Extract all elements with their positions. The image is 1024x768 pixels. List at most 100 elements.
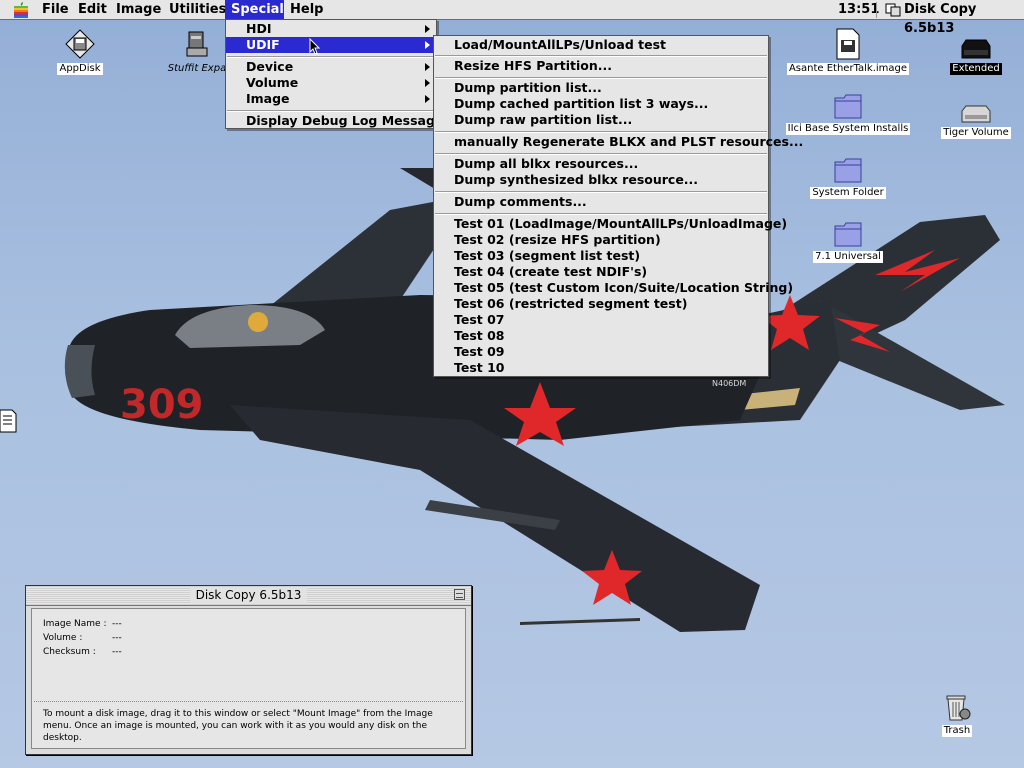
udif-item-test-09[interactable]: Test 09 <box>434 344 768 360</box>
desktop-icon-label: AppDisk <box>57 63 103 75</box>
volume-value: --- <box>112 633 122 643</box>
desktop-icon-label: System Folder <box>810 187 886 199</box>
udif-item-test-02[interactable]: Test 02 (resize HFS partition) <box>434 232 768 248</box>
image-name-label: Image Name : <box>43 619 107 629</box>
menu-special[interactable]: Special <box>225 0 284 19</box>
menu-item-label: Image <box>246 91 290 106</box>
menu-separator <box>435 153 767 155</box>
plane-pilot <box>248 312 268 332</box>
disk-copy-window: Disk Copy 6.5b13 Image Name : --- Volume… <box>25 585 472 755</box>
hard-disk-icon <box>961 39 991 59</box>
disk-image-file-icon <box>836 28 860 60</box>
window-title-bar[interactable]: Disk Copy 6.5b13 <box>26 586 471 606</box>
udif-item-test-08[interactable]: Test 08 <box>434 328 768 344</box>
udif-item-test-10[interactable]: Test 10 <box>434 360 768 376</box>
udif-item-resize-hfs[interactable]: Resize HFS Partition... <box>434 58 768 74</box>
special-menu-item-hdi[interactable]: HDI <box>226 21 436 37</box>
diamond-disk-icon <box>65 29 95 59</box>
hard-disk-icon <box>961 105 991 123</box>
desktop-icon-label: Extended <box>950 63 1002 75</box>
special-menu-item-udif[interactable]: UDIF <box>226 37 436 53</box>
menu-separator <box>227 56 435 58</box>
desktop-icon-7-1-universal[interactable]: 7.1 Universal <box>806 220 890 263</box>
image-name-value: --- <box>112 619 122 629</box>
desktop-icon-trash[interactable]: Trash <box>932 690 982 737</box>
desktop-icon-label: Tiger Volume <box>941 127 1011 139</box>
udif-item-dump-raw-partition[interactable]: Dump raw partition list... <box>434 112 768 128</box>
menu-utilities[interactable]: Utilities <box>163 0 232 19</box>
menu-separator <box>227 110 435 112</box>
menu-item-label: HDI <box>246 21 272 36</box>
apple-menu-icon[interactable] <box>12 2 30 18</box>
volume-label: Volume : <box>43 633 83 643</box>
disk-copy-app-icon[interactable] <box>885 3 901 17</box>
special-menu-item-debug-log[interactable]: Display Debug Log Messages <box>226 113 451 129</box>
udif-item-test-07[interactable]: Test 07 <box>434 312 768 328</box>
desktop-icon-stuffit[interactable]: Stuffit Expa <box>165 28 229 75</box>
menu-separator <box>435 131 767 133</box>
partial-disk-icon[interactable] <box>0 408 18 434</box>
special-menu-item-volume[interactable]: Volume <box>226 75 436 91</box>
submenu-arrow-icon <box>425 63 430 71</box>
desktop-icon-label: Stuffit Expa <box>167 63 227 74</box>
menu-file[interactable]: File <box>36 0 75 19</box>
menubar-clock[interactable]: 13:51 <box>838 0 879 19</box>
udif-item-test-05[interactable]: Test 05 (test Custom Icon/Suite/Location… <box>434 280 793 296</box>
udif-item-test-01[interactable]: Test 01 (LoadImage/MountAllLPs/UnloadIma… <box>434 216 787 232</box>
checksum-label: Checksum : <box>43 647 96 657</box>
menu-separator <box>435 55 767 57</box>
udif-item-dump-all-blkx[interactable]: Dump all blkx resources... <box>434 156 768 172</box>
plane-number: 309 <box>120 382 204 428</box>
stuffit-expander-icon <box>186 31 208 57</box>
checksum-value: --- <box>112 647 122 657</box>
trash-can-icon <box>946 695 971 721</box>
udif-item-load-mount-unload[interactable]: Load/MountAllLPs/Unload test <box>434 37 768 53</box>
submenu-arrow-icon <box>425 95 430 103</box>
desktop-icon-asante-image[interactable]: Asante EtherTalk.image <box>786 28 910 75</box>
plane-pitot <box>520 618 640 625</box>
special-menu-item-device[interactable]: Device <box>226 59 436 75</box>
application-menu-name[interactable]: Disk Copy 6.5b13 <box>904 0 1024 36</box>
mouse-pointer-icon <box>309 38 321 55</box>
udif-item-dump-cached-partition[interactable]: Dump cached partition list 3 ways... <box>434 96 768 112</box>
menu-separator <box>435 77 767 79</box>
submenu-arrow-icon <box>425 79 430 87</box>
collapse-box-icon[interactable] <box>454 589 465 600</box>
menu-item-label: Display Debug Log Messages <box>246 113 451 128</box>
udif-item-test-03[interactable]: Test 03 (segment list test) <box>434 248 768 264</box>
plane-nose <box>64 345 95 398</box>
udif-item-dump-comments[interactable]: Dump comments... <box>434 194 768 210</box>
menu-edit[interactable]: Edit <box>72 0 113 19</box>
udif-item-test-06[interactable]: Test 06 (restricted segment test) <box>434 296 768 312</box>
udif-item-dump-partition-list[interactable]: Dump partition list... <box>434 80 768 96</box>
desktop-icon-system-folder[interactable]: System Folder <box>806 156 890 199</box>
plane-registration: N406DM <box>712 379 746 388</box>
menu-item-label: UDIF <box>246 37 280 52</box>
desktop-icon-label: Trash <box>941 725 973 737</box>
udif-item-regenerate-blkx[interactable]: manually Regenerate BLKX and PLST resour… <box>434 134 803 150</box>
folder-icon <box>834 158 862 183</box>
menu-help[interactable]: Help <box>284 0 329 19</box>
udif-item-dump-synth-blkx[interactable]: Dump synthesized blkx resource... <box>434 172 768 188</box>
menu-image[interactable]: Image <box>110 0 167 19</box>
special-menu-item-image[interactable]: Image <box>226 91 436 107</box>
window-title: Disk Copy 6.5b13 <box>189 587 308 604</box>
udif-item-test-04[interactable]: Test 04 (create test NDIF's) <box>434 264 768 280</box>
panel-divider <box>34 701 463 702</box>
desktop-icon-label: IIci Base System Installs <box>785 123 911 135</box>
desktop-icon-tiger-volume[interactable]: Tiger Volume <box>940 104 1012 139</box>
desktop-icon-extended[interactable]: Extended <box>946 38 1006 75</box>
desktop-icon-iici-installs[interactable]: IIci Base System Installs <box>782 92 914 135</box>
special-menu: HDI UDIF Device Volume Image Display Deb… <box>225 19 451 129</box>
udif-submenu: Load/MountAllLPs/Unload test Resize HFS … <box>433 35 803 377</box>
desktop-icon-appdisk[interactable]: AppDisk <box>52 28 108 75</box>
menu-separator <box>435 191 767 193</box>
submenu-arrow-icon <box>425 41 430 49</box>
menu-bar: File Edit Image Utilities Special Help 1… <box>0 0 1024 36</box>
disk-copy-info-panel[interactable]: Image Name : --- Volume : --- Checksum :… <box>31 608 466 749</box>
menu-item-label: Device <box>246 59 294 74</box>
folder-icon <box>834 222 862 247</box>
submenu-arrow-icon <box>425 25 430 33</box>
mount-help-text: To mount a disk image, drag it to this w… <box>43 709 433 743</box>
menu-separator <box>435 213 767 215</box>
